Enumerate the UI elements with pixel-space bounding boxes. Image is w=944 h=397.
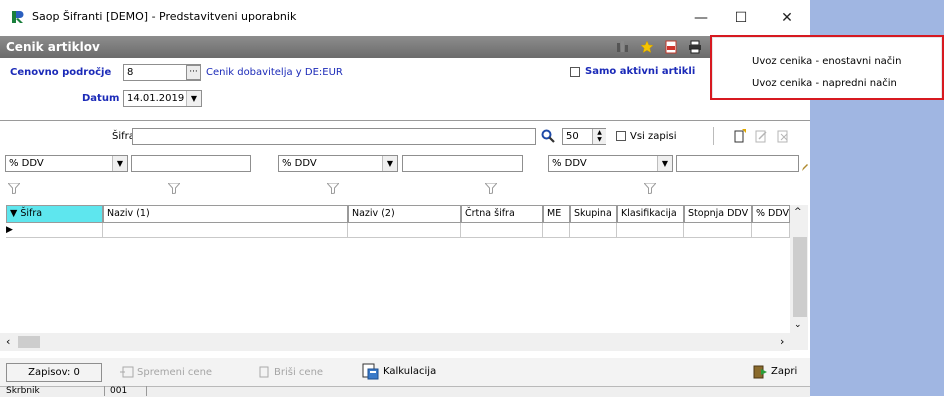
col-header-naziv-2[interactable]: Naziv (2) — [348, 205, 461, 223]
ddv-filter-select-3-value: % DDV — [552, 158, 587, 169]
search-icon[interactable] — [541, 129, 555, 143]
columns-icon[interactable] — [616, 40, 630, 54]
col-header-naziv-1[interactable]: Naziv (1) — [103, 205, 348, 223]
maximize-button[interactable]: ☐ — [726, 6, 756, 30]
table-cell[interactable] — [543, 223, 570, 238]
price-change-icon — [120, 366, 134, 378]
ddv-filter-select-2-value: % DDV — [282, 158, 317, 169]
datum-dropdown-arrow[interactable]: ▼ — [186, 91, 201, 106]
pdf-icon[interactable] — [664, 40, 678, 54]
record-count-value: 50 — [566, 131, 579, 142]
zapri-label: Zapri — [771, 366, 798, 377]
table-cell[interactable] — [348, 223, 461, 238]
vertical-scroll-thumb[interactable] — [793, 237, 807, 317]
table-cell[interactable] — [103, 223, 348, 238]
filter-icon[interactable] — [168, 183, 180, 194]
close-door-icon — [753, 365, 767, 378]
vsi-zapisi-label: Vsi zapisi — [630, 131, 677, 142]
scroll-up-icon[interactable]: ^ — [794, 207, 802, 217]
table-cell[interactable] — [684, 223, 752, 238]
ddv-filter-text-2[interactable] — [402, 155, 523, 172]
filter-icon[interactable] — [644, 183, 656, 194]
delete-icon[interactable] — [776, 129, 790, 143]
sifra-input[interactable] — [132, 128, 536, 145]
lookup-button[interactable]: ··· — [186, 65, 201, 80]
col-header-procent-ddv[interactable]: % DDV — [752, 205, 790, 223]
cenovno-podrocje-label: Cenovno področje — [10, 67, 112, 78]
horizontal-scroll-thumb[interactable] — [18, 336, 40, 348]
vsi-zapisi-checkbox[interactable] — [616, 131, 626, 141]
highlight-outline — [710, 35, 944, 100]
kalkulacija-button[interactable]: Kalkulacija — [362, 362, 436, 381]
col-header-me[interactable]: ME — [543, 205, 570, 223]
printer-icon[interactable] — [688, 40, 702, 54]
window-title: Saop Šifranti [DEMO] - Predstavitveni up… — [32, 10, 297, 23]
status-code: 001 — [110, 386, 128, 396]
divider — [0, 120, 810, 121]
scroll-right-icon[interactable]: › — [780, 335, 784, 348]
spremeni-cene-label: Spremeni cene — [137, 366, 213, 378]
ddv-filter-2-arrow[interactable]: ▼ — [382, 156, 397, 171]
table-cell[interactable] — [570, 223, 617, 238]
ddv-filter-select-1-value: % DDV — [9, 158, 44, 169]
ddv-filter-1-arrow[interactable]: ▼ — [112, 156, 127, 171]
samo-aktivni-label: Samo aktivni artikli — [585, 66, 696, 77]
status-divider — [104, 386, 105, 396]
scroll-left-icon[interactable]: ‹ — [6, 335, 10, 348]
ddv-filter-3-arrow[interactable]: ▼ — [657, 156, 672, 171]
delete-prices-icon — [259, 366, 269, 378]
ddv-filter-select-2[interactable]: % DDV — [278, 155, 398, 172]
status-divider — [146, 386, 147, 396]
col-header-klasifikacija[interactable]: Klasifikacija — [617, 205, 684, 223]
datum-label: Datum — [82, 93, 120, 104]
minimize-button[interactable]: — — [686, 6, 716, 30]
col-header-skupina[interactable]: Skupina — [570, 205, 617, 223]
brisi-cene-button[interactable]: Briši cene — [258, 363, 323, 381]
col-header-stopnja-ddv[interactable]: Stopnja DDV — [684, 205, 752, 223]
favorite-star-icon[interactable] — [640, 40, 654, 54]
spremeni-cene-button[interactable]: Spremeni cene — [120, 363, 212, 381]
table-cell[interactable] — [752, 223, 790, 238]
horizontal-scrollbar[interactable] — [0, 333, 790, 351]
new-document-icon[interactable] — [733, 129, 747, 143]
filter-icon[interactable] — [327, 183, 339, 194]
close-button[interactable]: ✕ — [772, 6, 802, 30]
ddv-filter-text-3[interactable] — [676, 155, 799, 172]
kalkulacija-label: Kalkulacija — [383, 366, 437, 377]
filter-icon[interactable] — [485, 183, 497, 194]
edit-icon[interactable] — [754, 129, 768, 143]
count-spinner[interactable]: ▲ ▼ — [592, 129, 606, 144]
ddv-filter-text-1[interactable] — [131, 155, 251, 172]
filter-icon[interactable] — [8, 183, 20, 194]
ddv-filter-select-3[interactable]: % DDV — [548, 155, 673, 172]
calculation-icon — [362, 363, 379, 380]
app-logo-icon — [12, 11, 24, 23]
scroll-down-icon[interactable]: ⌄ — [794, 320, 802, 330]
col-header-crtna-sifra[interactable]: Črtna šifra — [461, 205, 543, 223]
samo-aktivni-checkbox[interactable] — [570, 67, 580, 77]
col-header-sifra[interactable]: ▼ Šifra — [6, 205, 103, 223]
pencil-icon[interactable] — [801, 163, 809, 172]
zapri-button[interactable]: Zapri — [752, 362, 797, 381]
ddv-filter-select-1[interactable]: % DDV — [5, 155, 128, 172]
brisi-cene-label: Briši cene — [274, 366, 324, 378]
table-cell[interactable] — [617, 223, 684, 238]
toolbar-separator — [713, 127, 714, 145]
status-user: Skrbnik — [6, 386, 40, 396]
table-cell[interactable] — [14, 223, 103, 238]
table-cell[interactable] — [461, 223, 543, 238]
cenik-text: Cenik dobavitelja y DE:EUR — [206, 67, 343, 78]
form-title: Cenik artiklov — [6, 40, 100, 54]
row-indicator-icon: ▶ — [6, 225, 13, 235]
record-count-label: Zapisov: 0 — [6, 363, 102, 382]
datum-value: 14.01.2019 — [127, 93, 185, 104]
